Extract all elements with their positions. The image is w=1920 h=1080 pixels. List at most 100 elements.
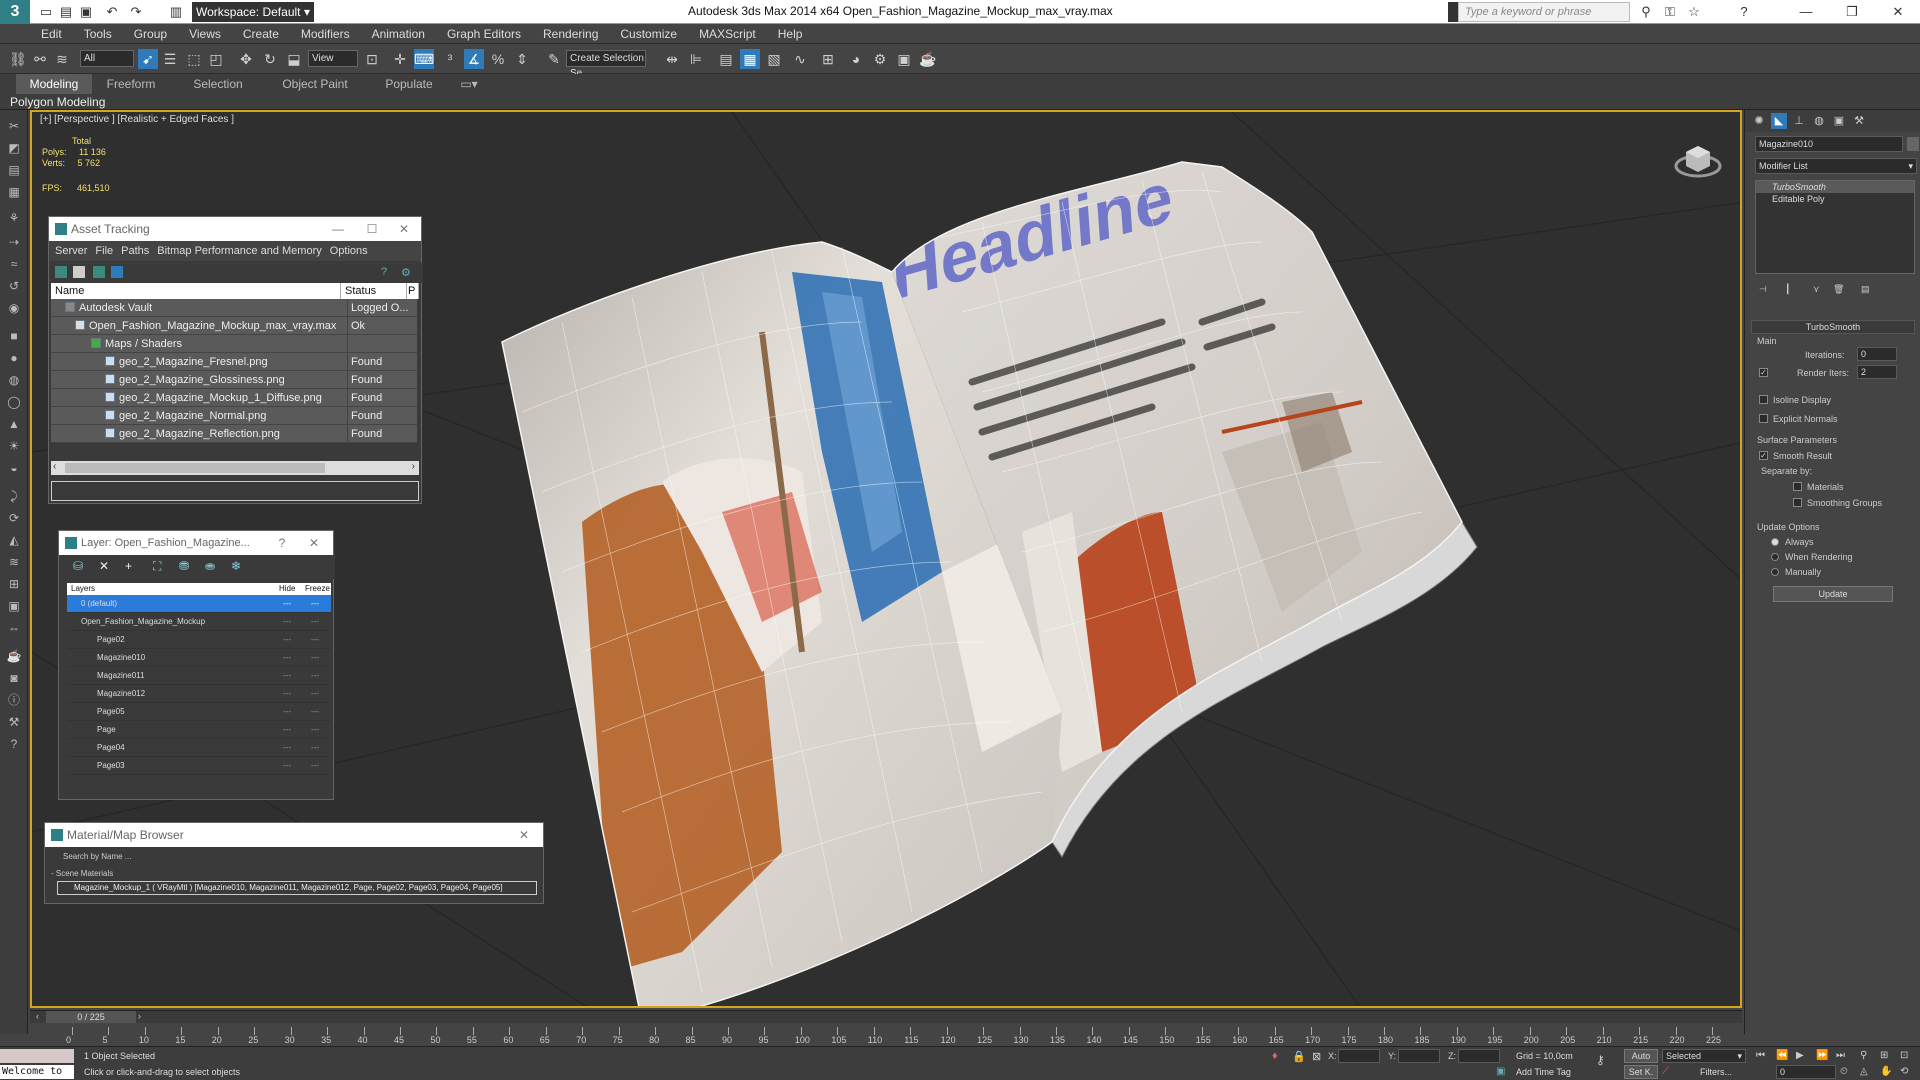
- make-unique-icon[interactable]: ⋎: [1813, 284, 1820, 295]
- add-time-tag[interactable]: Add Time Tag: [1516, 1067, 1571, 1077]
- tab-object-paint[interactable]: Object Paint: [270, 74, 360, 94]
- app-menu-button[interactable]: 3: [0, 0, 30, 24]
- asset-menu-bitmap[interactable]: Bitmap Performance and Memory: [153, 245, 325, 257]
- asset-menu-options[interactable]: Options: [326, 245, 372, 257]
- symmetry-icon[interactable]: ⇔: [5, 620, 23, 636]
- layer-freeze-toggle[interactable]: ---: [311, 739, 319, 757]
- fov-icon[interactable]: ◬: [1860, 1066, 1868, 1077]
- material-browser-titlebar[interactable]: Material/Map Browser: [45, 823, 543, 847]
- set-key-mode-icon[interactable]: ⟋: [1662, 1066, 1669, 1077]
- refresh-icon[interactable]: [55, 266, 67, 278]
- viewport-label[interactable]: [+] [Perspective ] [Realistic + Edged Fa…: [40, 114, 234, 125]
- grid-icon[interactable]: ▦: [5, 184, 23, 200]
- ffd-icon[interactable]: ⊞: [5, 576, 23, 592]
- asset-row[interactable]: Open_Fashion_Magazine_Mockup_max_vray.ma…: [51, 317, 417, 335]
- material-search-input[interactable]: Search by Name ...: [47, 850, 541, 864]
- layer-close-button[interactable]: ✕: [299, 531, 329, 555]
- column-name[interactable]: Name: [51, 283, 341, 299]
- asset-row[interactable]: geo_2_Magazine_Mockup_1_Diffuse.png Found: [51, 389, 417, 407]
- scene-materials-group[interactable]: - Scene Materials: [51, 869, 113, 878]
- asset-horizontal-scrollbar[interactable]: ‹ ›: [51, 461, 419, 475]
- material-editor-icon[interactable]: ◕: [846, 49, 866, 69]
- twist-icon[interactable]: ⟳: [5, 510, 23, 526]
- scene-info-icon[interactable]: ⓘ: [5, 692, 23, 708]
- time-slider-thumb[interactable]: 0 / 225: [46, 1011, 136, 1023]
- reference-coord-dropdown[interactable]: View: [308, 50, 358, 67]
- layer-hide-toggle[interactable]: ---: [283, 595, 291, 613]
- next-frame-icon[interactable]: ›: [138, 1011, 141, 1021]
- camera-icon[interactable]: ◙: [5, 670, 23, 686]
- asset-menu-paths[interactable]: Paths: [117, 245, 153, 257]
- swift-loop-icon[interactable]: ▤: [5, 162, 23, 178]
- cone-icon[interactable]: ▲: [5, 416, 23, 432]
- zoom-all-icon[interactable]: ⊞: [1880, 1050, 1888, 1061]
- rollout-turbosmooth[interactable]: TurboSmooth: [1751, 320, 1915, 334]
- layer-hide-toggle[interactable]: ---: [283, 631, 291, 649]
- noise-icon[interactable]: ≋: [5, 554, 23, 570]
- key-filters-button[interactable]: Filters...: [1700, 1067, 1732, 1077]
- selection-filter-dropdown[interactable]: All: [80, 50, 134, 67]
- angle-snap-icon[interactable]: ∡: [464, 49, 484, 69]
- layer-hide-toggle[interactable]: ---: [283, 757, 291, 775]
- layer-freeze-toggle[interactable]: ---: [311, 703, 319, 721]
- layer-row[interactable]: Page04 --- ---: [67, 739, 331, 757]
- motion-tab-icon[interactable]: ◍: [1811, 113, 1827, 129]
- object-color-swatch[interactable]: [1907, 137, 1919, 151]
- isolate-selection-icon[interactable]: ♦: [1272, 1050, 1278, 1062]
- torus-icon[interactable]: ◯: [5, 394, 23, 410]
- layer-row[interactable]: Magazine012 --- ---: [67, 685, 331, 703]
- menu-graph-editors[interactable]: Graph Editors: [436, 24, 532, 44]
- edit-named-selection-icon[interactable]: ✎: [544, 49, 564, 69]
- y-coord-field[interactable]: [1398, 1049, 1440, 1063]
- layer-explorer-icon[interactable]: ▤: [716, 49, 736, 69]
- undo-icon[interactable]: ↶: [102, 2, 122, 22]
- schematic-view-icon[interactable]: ⊞: [818, 49, 838, 69]
- binoculars-icon[interactable]: ⚲: [1636, 2, 1656, 22]
- tab-populate[interactable]: Populate: [374, 74, 444, 94]
- update-when-rendering-radio[interactable]: [1771, 553, 1779, 561]
- layer-freeze-toggle[interactable]: ---: [311, 667, 319, 685]
- quickslice-icon[interactable]: ◩: [5, 140, 23, 156]
- pan-icon[interactable]: ✋: [1880, 1066, 1892, 1077]
- graphite-toggle-icon[interactable]: ▧: [764, 49, 784, 69]
- render-iters-spinner[interactable]: 2: [1857, 365, 1897, 379]
- project-folder-icon[interactable]: ▥: [166, 2, 186, 22]
- tab-polygon-modeling[interactable]: Polygon Modeling: [10, 94, 105, 110]
- orbit-icon[interactable]: ⟲: [1900, 1066, 1908, 1077]
- create-tab-icon[interactable]: ✺: [1751, 113, 1767, 129]
- open-icon[interactable]: ▤: [56, 2, 76, 22]
- hide-all-icon[interactable]: ⛂: [205, 559, 215, 573]
- menu-modifiers[interactable]: Modifiers: [290, 24, 361, 44]
- time-tag-icon[interactable]: ▣: [1496, 1066, 1505, 1077]
- layer-freeze-toggle[interactable]: ---: [311, 649, 319, 667]
- column-layers[interactable]: Layers: [71, 583, 95, 595]
- layer-help-button[interactable]: ?: [267, 531, 297, 555]
- select-objects-icon[interactable]: ⛶: [153, 559, 161, 574]
- rect-selection-icon[interactable]: ⬚: [184, 49, 204, 69]
- curve-editor-icon[interactable]: ∿: [790, 49, 810, 69]
- tab-selection[interactable]: Selection: [180, 74, 256, 94]
- workspace-dropdown[interactable]: Workspace: Default ▾: [192, 2, 314, 22]
- paint-connect-icon[interactable]: ⚘: [5, 210, 23, 226]
- layer-hide-toggle[interactable]: ---: [283, 649, 291, 667]
- selection-lock-icon[interactable]: 🔒: [1292, 1050, 1306, 1063]
- close-button[interactable]: ✕: [1882, 1, 1914, 23]
- menu-animation[interactable]: Animation: [361, 24, 436, 44]
- column-p[interactable]: P: [407, 283, 419, 299]
- freeze-all-icon[interactable]: ❄: [231, 559, 241, 573]
- redo-icon[interactable]: ↷: [126, 2, 146, 22]
- light-icon[interactable]: ☀: [5, 438, 23, 454]
- table-view-icon[interactable]: [111, 266, 123, 278]
- timeline[interactable]: ‹ 0 / 225 › 0 5 10 15 20 25 30 35 40 45 50 55 60 65 70…: [30, 1010, 1742, 1046]
- layer-freeze-toggle[interactable]: ---: [311, 631, 319, 649]
- asset-row[interactable]: Autodesk Vault Logged O...: [51, 299, 417, 317]
- unlink-icon[interactable]: ⚯: [30, 49, 50, 69]
- smudge-icon[interactable]: ≈: [5, 256, 23, 272]
- list-view-icon[interactable]: [73, 266, 85, 278]
- shell-icon[interactable]: ▣: [5, 598, 23, 614]
- update-manually-radio[interactable]: [1771, 568, 1779, 576]
- stack-item-editable-poly[interactable]: Editable Poly: [1756, 193, 1914, 205]
- layer-row[interactable]: Page03 --- ---: [67, 757, 331, 775]
- auto-key-button[interactable]: Auto: [1624, 1049, 1658, 1063]
- search-expand-icon[interactable]: [1448, 2, 1458, 22]
